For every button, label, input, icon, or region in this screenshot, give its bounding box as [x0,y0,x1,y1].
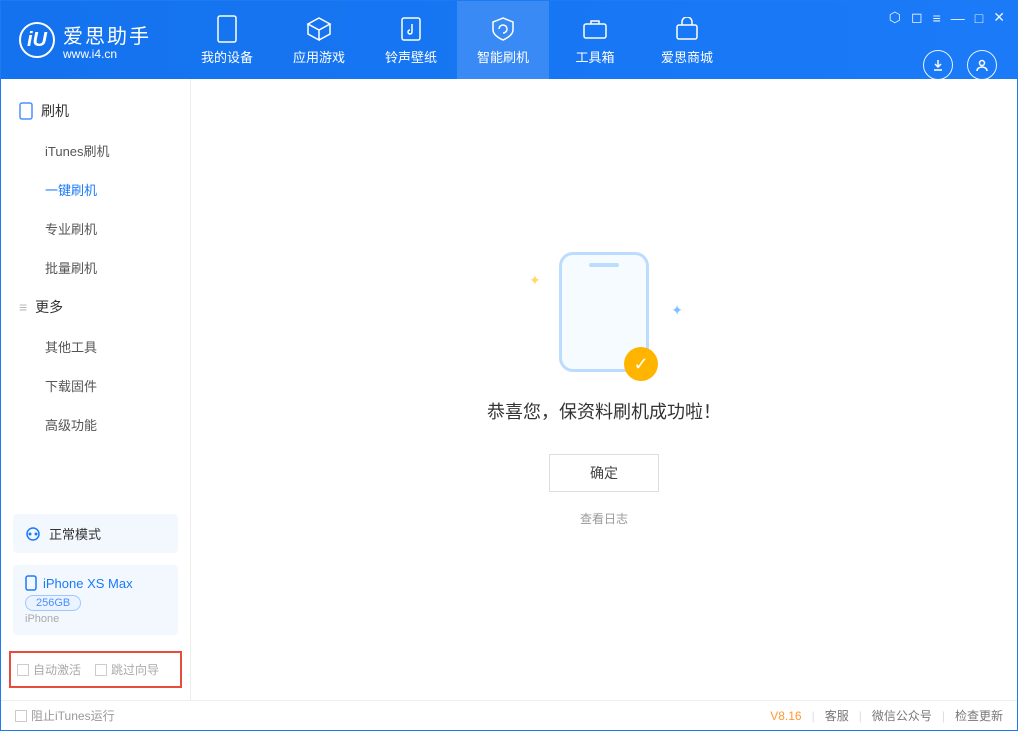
opt-label: 跳过向导 [111,661,159,678]
list-icon: ≡ [19,299,27,315]
sparkle-icon: ✦ [529,272,541,289]
check-update-link[interactable]: 检查更新 [955,707,1003,724]
sidebar-section-more: ≡ 更多 [1,287,190,327]
mode-box[interactable]: 正常模式 [13,514,178,553]
check-badge-icon: ✓ [624,347,658,381]
skip-guide-checkbox[interactable]: 跳过向导 [95,661,159,678]
block-itunes-checkbox[interactable]: 阻止iTunes运行 [15,707,115,724]
close-button[interactable]: ✕ [993,9,1005,26]
mode-icon [25,526,41,542]
tab-label: 我的设备 [201,47,253,66]
tab-flash[interactable]: 智能刷机 [457,1,549,79]
device-type: iPhone [25,613,166,625]
music-icon [397,15,425,43]
tab-ringtone[interactable]: 铃声壁纸 [365,1,457,79]
tab-label: 铃声壁纸 [385,47,437,66]
minimize-button[interactable]: ― [951,10,965,26]
ok-button[interactable]: 确定 [549,454,659,492]
menu-icon[interactable]: ≡ [933,10,941,26]
section-title: 更多 [35,297,63,317]
flash-options: 自动激活 跳过向导 [9,651,182,688]
skin-icon[interactable]: ⬡ [889,9,901,26]
cube-icon [305,15,333,43]
mode-label: 正常模式 [49,524,101,543]
logo-icon: iU [19,22,55,58]
sidebar-item-download-fw[interactable]: 下载固件 [45,366,190,405]
phone-success-illustration: ✓ [559,252,649,372]
sidebar-section-flash: 刷机 [1,91,190,131]
top-tabs: 我的设备 应用游戏 铃声壁纸 智能刷机 工具箱 爱思商城 [181,1,733,79]
app-header: iU 爱思助手 www.i4.cn 我的设备 应用游戏 铃声壁纸 智能刷机 工具… [1,1,1017,79]
sparkle-icon: ✦ [671,302,683,319]
tab-label: 工具箱 [575,47,614,66]
sidebar-item-other-tools[interactable]: 其他工具 [45,327,190,366]
view-log-link[interactable]: 查看日志 [580,510,628,527]
auto-activate-checkbox[interactable]: 自动激活 [17,661,81,678]
app-name: 爱思助手 [63,26,151,48]
logo: iU 爱思助手 www.i4.cn [19,20,151,61]
tab-label: 智能刷机 [477,47,529,66]
status-bar: 阻止iTunes运行 V8.16 | 客服 | 微信公众号 | 检查更新 [1,700,1017,730]
toolbox-icon [581,15,609,43]
tab-label: 应用游戏 [293,47,345,66]
support-link[interactable]: 客服 [825,707,849,724]
device-box[interactable]: iPhone XS Max 256GB iPhone [13,565,178,635]
status-label: 阻止iTunes运行 [31,707,115,724]
opt-label: 自动激活 [33,661,81,678]
section-title: 刷机 [41,101,69,121]
tab-apps[interactable]: 应用游戏 [273,1,365,79]
tab-store[interactable]: 爱思商城 [641,1,733,79]
tab-toolbox[interactable]: 工具箱 [549,1,641,79]
app-url: www.i4.cn [63,47,151,61]
header-right: ⬡ ◻ ≡ ― □ ✕ [889,1,1005,79]
feedback-icon[interactable]: ◻ [911,9,923,26]
device-name: iPhone XS Max [43,576,133,591]
sidebar-item-itunes-flash[interactable]: iTunes刷机 [45,131,190,170]
tab-my-device[interactable]: 我的设备 [181,1,273,79]
success-message: 恭喜您，保资料刷机成功啦！ [487,398,721,424]
tab-label: 爱思商城 [661,47,713,66]
user-button[interactable] [967,50,997,80]
window-controls: ⬡ ◻ ≡ ― □ ✕ [889,9,1005,26]
download-button[interactable] [923,50,953,80]
sidebar-item-batch-flash[interactable]: 批量刷机 [45,248,190,287]
version-label: V8.16 [770,709,801,723]
sidebar-item-onekey-flash[interactable]: 一键刷机 [45,170,190,209]
maximize-button[interactable]: □ [975,10,983,26]
refresh-shield-icon [489,15,517,43]
sidebar-item-pro-flash[interactable]: 专业刷机 [45,209,190,248]
main-content: ✦ ✦ ✓ 恭喜您，保资料刷机成功啦！ 确定 查看日志 [191,79,1017,700]
wechat-link[interactable]: 微信公众号 [872,707,932,724]
phone-icon [19,102,33,120]
sidebar: 刷机 iTunes刷机 一键刷机 专业刷机 批量刷机 ≡ 更多 其他工具 下载固… [1,79,191,700]
storage-badge: 256GB [25,595,81,611]
device-icon [213,15,241,43]
store-icon [673,15,701,43]
phone-small-icon [25,575,37,591]
sidebar-item-advanced[interactable]: 高级功能 [45,405,190,444]
